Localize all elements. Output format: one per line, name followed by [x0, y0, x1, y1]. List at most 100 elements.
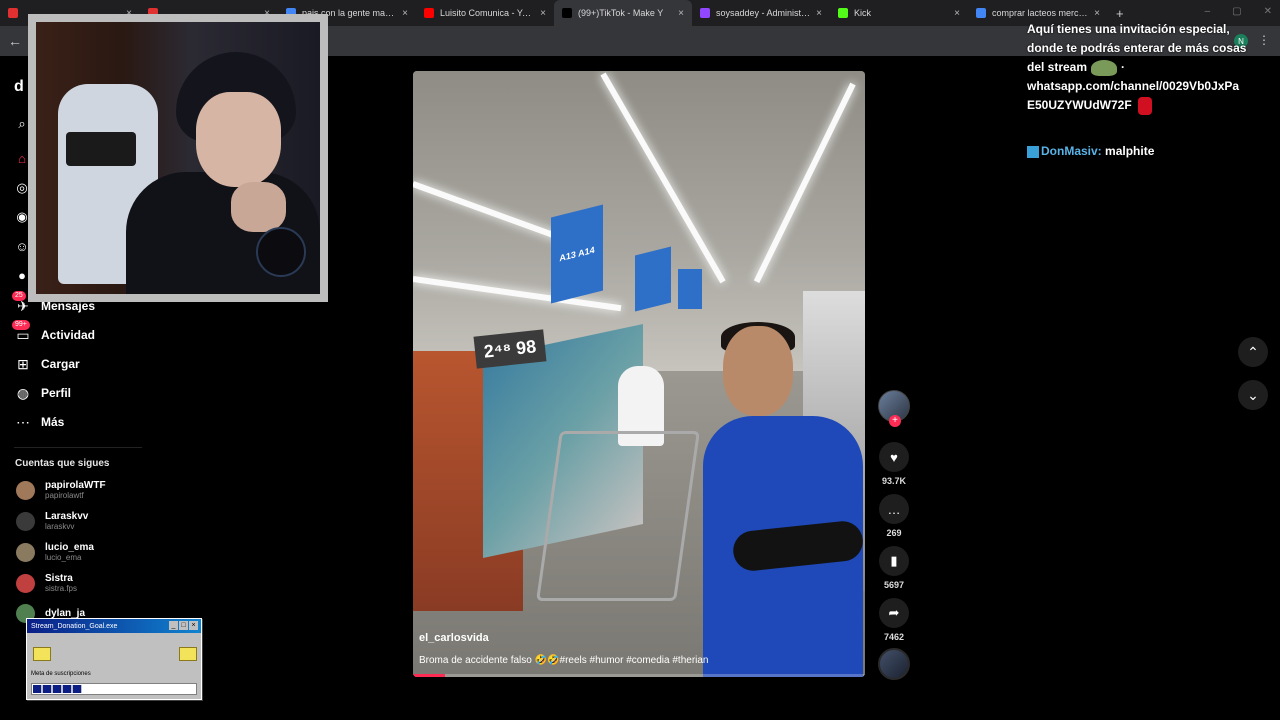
- account-handle: lucio_ema: [45, 553, 82, 562]
- tab-close-icon[interactable]: ×: [816, 8, 822, 19]
- maximize-icon: □: [179, 621, 188, 630]
- tab-close-icon[interactable]: ×: [540, 8, 546, 19]
- screen: × × pais con la gente mas alt × Luisito Comu…: [0, 0, 1280, 720]
- video-progress-bar[interactable]: [413, 674, 865, 677]
- back-arrow-icon[interactable]: ←: [8, 33, 22, 49]
- following-account[interactable]: lucio_ema lucio_ema: [16, 542, 94, 562]
- save-button[interactable]: ▮ 5697: [879, 546, 909, 590]
- sidebar-item-más[interactable]: ⋯ Más: [14, 412, 64, 432]
- like-count: 93.7K: [881, 476, 907, 486]
- tab-favicon-icon: [8, 8, 18, 18]
- comment-button[interactable]: … 269: [879, 494, 909, 538]
- notification-badge: 99+: [12, 320, 30, 330]
- music-disc[interactable]: [878, 648, 910, 680]
- webcam-feed: [36, 22, 320, 294]
- chat-message-text: Aquí tienes una invitación especial, don…: [1027, 22, 1247, 74]
- chair-headrest: [66, 132, 136, 166]
- video-player[interactable]: A13 A14 2⁴⁸ 98 el_carlosvida Broma de ac…: [413, 71, 865, 677]
- subscriber-badge-icon: [1027, 145, 1039, 158]
- donation-window-controls: _ □ ×: [169, 621, 198, 630]
- account-name: lucio_ema: [45, 542, 94, 553]
- tab-favicon-icon: [976, 8, 986, 18]
- video-progress-fill: [413, 674, 445, 677]
- chat-link-text: whatsapp.com/channel/0029Vb0JxPa E50UZYW…: [1027, 79, 1240, 112]
- chat-username: DonMasiv:: [1041, 144, 1102, 158]
- more-icon: ⋯: [16, 413, 30, 430]
- donation-window-titlebar: Stream_Donation_Goal.exe _ □ ×: [27, 619, 201, 633]
- comment-icon[interactable]: …: [879, 494, 909, 524]
- account-handle: papirolawtf: [45, 491, 84, 500]
- tab-close-icon[interactable]: ×: [678, 8, 684, 19]
- worker-head: [723, 326, 793, 416]
- follow-plus-icon[interactable]: +: [889, 415, 901, 427]
- folder-icon: [179, 647, 197, 661]
- tab-title: comprar lacteos mercad: [992, 8, 1089, 18]
- chat-message: Aquí tienes una invitación especial, don…: [1027, 22, 1247, 76]
- aisle-sign: [635, 246, 671, 312]
- avatar: [16, 573, 35, 593]
- tab-title: soysaddey - Administrad: [716, 8, 811, 18]
- like-button[interactable]: ♥ 93.7K: [879, 442, 909, 486]
- account-handle: sistra.fps: [45, 584, 78, 593]
- heart-icon[interactable]: ♥: [879, 442, 909, 472]
- minimize-icon: _: [169, 621, 178, 630]
- goal-progress-fill: [33, 685, 82, 693]
- siren-emote-icon: [1137, 96, 1152, 115]
- sidebar-item-label: Más: [41, 415, 65, 429]
- store-worker-figure: [703, 322, 865, 677]
- chevron-up-icon: ⌃: [1247, 343, 1259, 360]
- webcam-overlay: [28, 14, 328, 302]
- folder-icon: [33, 647, 51, 661]
- aisle-sign: [678, 269, 702, 309]
- sidebar-item-actividad[interactable]: ▭ 99+ Actividad: [12, 320, 96, 345]
- avatar: [16, 542, 35, 562]
- browser-tab[interactable]: Luisito Comunica - YouTu ×: [416, 0, 554, 26]
- streamer-face: [196, 92, 281, 187]
- goal-label: Meta de suscripciones: [31, 671, 91, 677]
- inbox-icon: ▭ 99+: [12, 320, 32, 344]
- sidebar-item-perfil[interactable]: ◍ Perfil: [14, 383, 71, 403]
- sidebar-item-label: Perfil: [41, 386, 72, 400]
- shopping-cart: [536, 431, 700, 601]
- upload-icon: ⊞: [17, 355, 29, 372]
- tab-close-icon[interactable]: ×: [954, 8, 960, 19]
- microphone: [256, 227, 306, 277]
- previous-video-button[interactable]: ⌃: [1238, 337, 1268, 367]
- share-button[interactable]: ➦ 7462: [879, 598, 909, 642]
- notification-badge: 25: [12, 291, 26, 301]
- browser-tab[interactable]: Kick ×: [830, 0, 968, 26]
- next-video-button[interactable]: ⌄: [1238, 380, 1268, 410]
- avatar: [16, 511, 35, 531]
- streamer-hand: [231, 182, 286, 232]
- new-tab-button[interactable]: +: [1116, 6, 1124, 21]
- bookmark-icon[interactable]: ▮: [879, 546, 909, 576]
- pepe-emote-icon: [1091, 59, 1118, 76]
- chat-message-link: whatsapp.com/channel/0029Vb0JxPa E50UZYW…: [1027, 77, 1267, 115]
- following-account[interactable]: papirolaWTF papirolawtf: [16, 480, 106, 500]
- sidebar-item-cargar[interactable]: ⊞ Cargar: [14, 354, 80, 374]
- tiktok-logo[interactable]: d: [14, 78, 24, 96]
- video-author[interactable]: el_carlosvida: [419, 632, 489, 644]
- tab-favicon-icon: [700, 8, 710, 18]
- account-handle: laraskvv: [45, 522, 75, 531]
- tab-title: Kick: [854, 8, 872, 18]
- tab-close-icon[interactable]: ×: [1094, 8, 1100, 19]
- sidebar-item-label: Cargar: [41, 357, 80, 371]
- following-account[interactable]: Laraskvv laraskvv: [16, 511, 88, 531]
- tab-close-icon[interactable]: ×: [402, 8, 408, 19]
- share-arrow-icon[interactable]: ➦: [879, 598, 909, 628]
- sidebar-item-label: Actividad: [41, 328, 96, 342]
- browser-tab[interactable]: soysaddey - Administrad ×: [692, 0, 830, 26]
- save-count: 5697: [883, 580, 905, 590]
- comment-count: 269: [886, 528, 902, 538]
- browser-tab[interactable]: (99+)TikTok - Make Y ×: [554, 0, 692, 26]
- chat-message-text: malphite: [1105, 144, 1155, 158]
- profile-avatar-icon: ◍: [16, 384, 30, 401]
- account-name: papirolaWTF: [45, 480, 106, 491]
- share-count: 7462: [883, 632, 905, 642]
- following-account[interactable]: Sistra sistra.fps: [16, 573, 77, 593]
- account-name: Sistra: [45, 573, 73, 584]
- window-controls[interactable]: – ▢ ✕: [1205, 6, 1272, 17]
- following-header: Cuentas que sigues: [15, 458, 110, 469]
- donation-window-title: Stream_Donation_Goal.exe: [31, 622, 118, 630]
